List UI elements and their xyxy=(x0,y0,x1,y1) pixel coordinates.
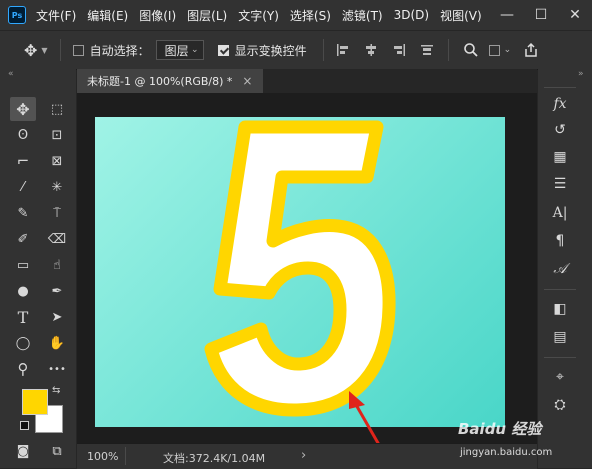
zoom-tool[interactable]: ⚲ xyxy=(10,357,36,381)
close-window-button[interactable]: ✕ xyxy=(558,0,592,30)
frame-tool[interactable]: ⊠ xyxy=(44,149,70,173)
dodge-tool[interactable]: ● xyxy=(10,279,36,303)
move-tool-preset-icon[interactable]: ✥ xyxy=(24,41,37,60)
maximize-button[interactable]: ☐ xyxy=(524,0,558,30)
document-canvas[interactable]: 5 xyxy=(95,117,505,427)
move-tool[interactable]: ✥ xyxy=(10,97,36,121)
document-tab-title: 未标题-1 @ 100%(RGB/8) * xyxy=(87,75,233,88)
auto-select-dropdown[interactable]: 图层 ⌄ xyxy=(155,40,204,60)
baidu-watermark: Baidu 经验 jingyan.baidu.com xyxy=(458,416,592,466)
ellipse-tool[interactable]: ◯ xyxy=(10,331,36,355)
right-panel-dock: » fx ↺ ▦ ☰ A| ¶ 𝒜 ◧ ▤ ⌖ ⛭ xyxy=(538,69,592,468)
clone-stamp-tool[interactable]: ⍑ xyxy=(44,201,70,225)
brush-tool[interactable]: ✎ xyxy=(10,201,36,225)
type-tool[interactable]: T xyxy=(10,305,36,329)
spot-healing-tool[interactable]: ✳ xyxy=(44,175,70,199)
align-right-icon[interactable] xyxy=(392,43,406,57)
swap-colors-icon[interactable]: ⇆ xyxy=(52,385,60,396)
menu-layer[interactable]: 图层(L) xyxy=(187,7,227,24)
lasso-tool[interactable]: ʘ xyxy=(10,123,36,147)
eraser-tool[interactable]: ⌫ xyxy=(44,227,70,251)
marquee-tool[interactable]: ⬚ xyxy=(44,97,70,121)
status-menu-arrow[interactable]: › xyxy=(301,448,306,463)
chevron-down-icon: ⌄ xyxy=(191,45,199,55)
collapse-panel-icon[interactable]: « xyxy=(8,69,14,79)
menu-3d[interactable]: 3D(D) xyxy=(394,8,429,22)
crop-tool[interactable]: ⌐ xyxy=(10,149,36,173)
character-icon[interactable]: A| xyxy=(548,202,572,224)
auto-select-checkbox[interactable] xyxy=(72,44,84,56)
canvas-workspace: 5 xyxy=(77,93,537,443)
paragraph-icon[interactable]: ¶ xyxy=(548,230,572,252)
digit-five-graphic[interactable] xyxy=(95,117,505,427)
screen-mode-icon[interactable]: ⧉ xyxy=(44,439,70,463)
menu-type[interactable]: 文字(Y) xyxy=(238,7,279,24)
menu-image[interactable]: 图像(I) xyxy=(139,7,176,24)
separator xyxy=(544,357,576,358)
menu-edit[interactable]: 编辑(E) xyxy=(87,7,128,24)
history-icon[interactable]: ↺ xyxy=(548,119,572,141)
channels-icon[interactable]: ⛭ xyxy=(548,394,572,416)
pen-tool[interactable]: ✒ xyxy=(44,279,70,303)
hand-tool[interactable]: ✋ xyxy=(44,331,70,355)
align-center-icon[interactable] xyxy=(364,43,378,57)
tools-panel: « ✥ ⬚ ʘ ⊡ ⌐ ⊠ ⁄ ✳ ✎ ⍑ ✐ ⌫ ▭ ☝ ● ✒ T ➤ ◯ … xyxy=(0,69,76,468)
separator xyxy=(59,39,61,61)
menu-view[interactable]: 视图(V) xyxy=(440,7,482,24)
canvas-digit-text: 5 xyxy=(95,117,96,118)
show-transform-checkbox[interactable] xyxy=(217,44,229,56)
styles-fx-icon[interactable]: fx xyxy=(548,93,572,115)
share-icon[interactable] xyxy=(523,42,539,58)
workspace-toggle-icon[interactable] xyxy=(488,44,500,56)
zoom-level[interactable]: 100% xyxy=(87,450,118,463)
gradients-icon[interactable]: ◧ xyxy=(548,298,572,320)
menu-filter[interactable]: 滤镜(T) xyxy=(342,7,383,24)
menu-file[interactable]: 文件(F) xyxy=(36,7,76,24)
swatches-icon[interactable]: ▦ xyxy=(548,146,572,168)
photoshop-logo-icon[interactable]: Ps xyxy=(8,6,26,24)
document-info[interactable]: 文档:372.4K/1.04M xyxy=(163,450,265,466)
paths-icon[interactable]: ⌖ xyxy=(548,366,572,388)
separator xyxy=(322,39,324,61)
align-top-icon[interactable] xyxy=(420,43,434,57)
window-controls: — ☐ ✕ xyxy=(490,0,592,30)
auto-select-label: 自动选择： xyxy=(89,43,150,58)
close-tab-icon[interactable]: × xyxy=(242,74,252,88)
layers-icon[interactable]: ▤ xyxy=(548,326,572,348)
minimize-button[interactable]: — xyxy=(490,0,524,30)
chevron-down-icon[interactable]: ▼ xyxy=(41,46,47,55)
document-tab[interactable]: 未标题-1 @ 100%(RGB/8) * × xyxy=(77,69,263,93)
path-selection-tool[interactable]: ➤ xyxy=(44,305,70,329)
foreground-color-swatch[interactable] xyxy=(22,389,48,415)
separator xyxy=(125,447,126,465)
chevron-down-icon[interactable]: ⌄ xyxy=(504,45,512,55)
separator xyxy=(544,289,576,290)
smudge-tool[interactable]: ☝ xyxy=(44,253,70,277)
history-brush-tool[interactable]: ✐ xyxy=(10,227,36,251)
show-transform-label: 显示变换控件 xyxy=(234,43,307,58)
separator xyxy=(447,39,449,61)
baidu-watermark-url: jingyan.baidu.com xyxy=(460,447,553,458)
align-left-icon[interactable] xyxy=(336,43,350,57)
document-tab-bar: 未标题-1 @ 100%(RGB/8) * × xyxy=(77,69,537,93)
search-icon[interactable] xyxy=(463,42,479,58)
menu-select[interactable]: 选择(S) xyxy=(290,7,331,24)
quick-mask-icon[interactable]: ◙ xyxy=(10,439,36,463)
quick-selection-tool[interactable]: ⊡ xyxy=(44,123,70,147)
glyphs-icon[interactable]: 𝒜 xyxy=(548,258,572,280)
adjustments-icon[interactable]: ☰ xyxy=(548,173,572,195)
menu-bar: Ps 文件(F) 编辑(E) 图像(I) 图层(L) 文字(Y) 选择(S) 滤… xyxy=(0,0,592,30)
separator xyxy=(544,87,576,88)
eyedropper-tool[interactable]: ⁄ xyxy=(10,175,36,199)
options-bar: ✥ ▼ 自动选择： 图层 ⌄ 显示变换控件 ⌄ xyxy=(0,30,592,70)
default-colors-icon[interactable] xyxy=(20,421,29,430)
baidu-watermark-text: Baidu 经验 xyxy=(458,420,542,438)
gradient-tool[interactable]: ▭ xyxy=(10,253,36,277)
collapse-panel-icon[interactable]: » xyxy=(578,69,584,79)
more-tools-icon[interactable]: ••• xyxy=(44,357,70,381)
auto-select-dropdown-value: 图层 xyxy=(164,43,189,58)
